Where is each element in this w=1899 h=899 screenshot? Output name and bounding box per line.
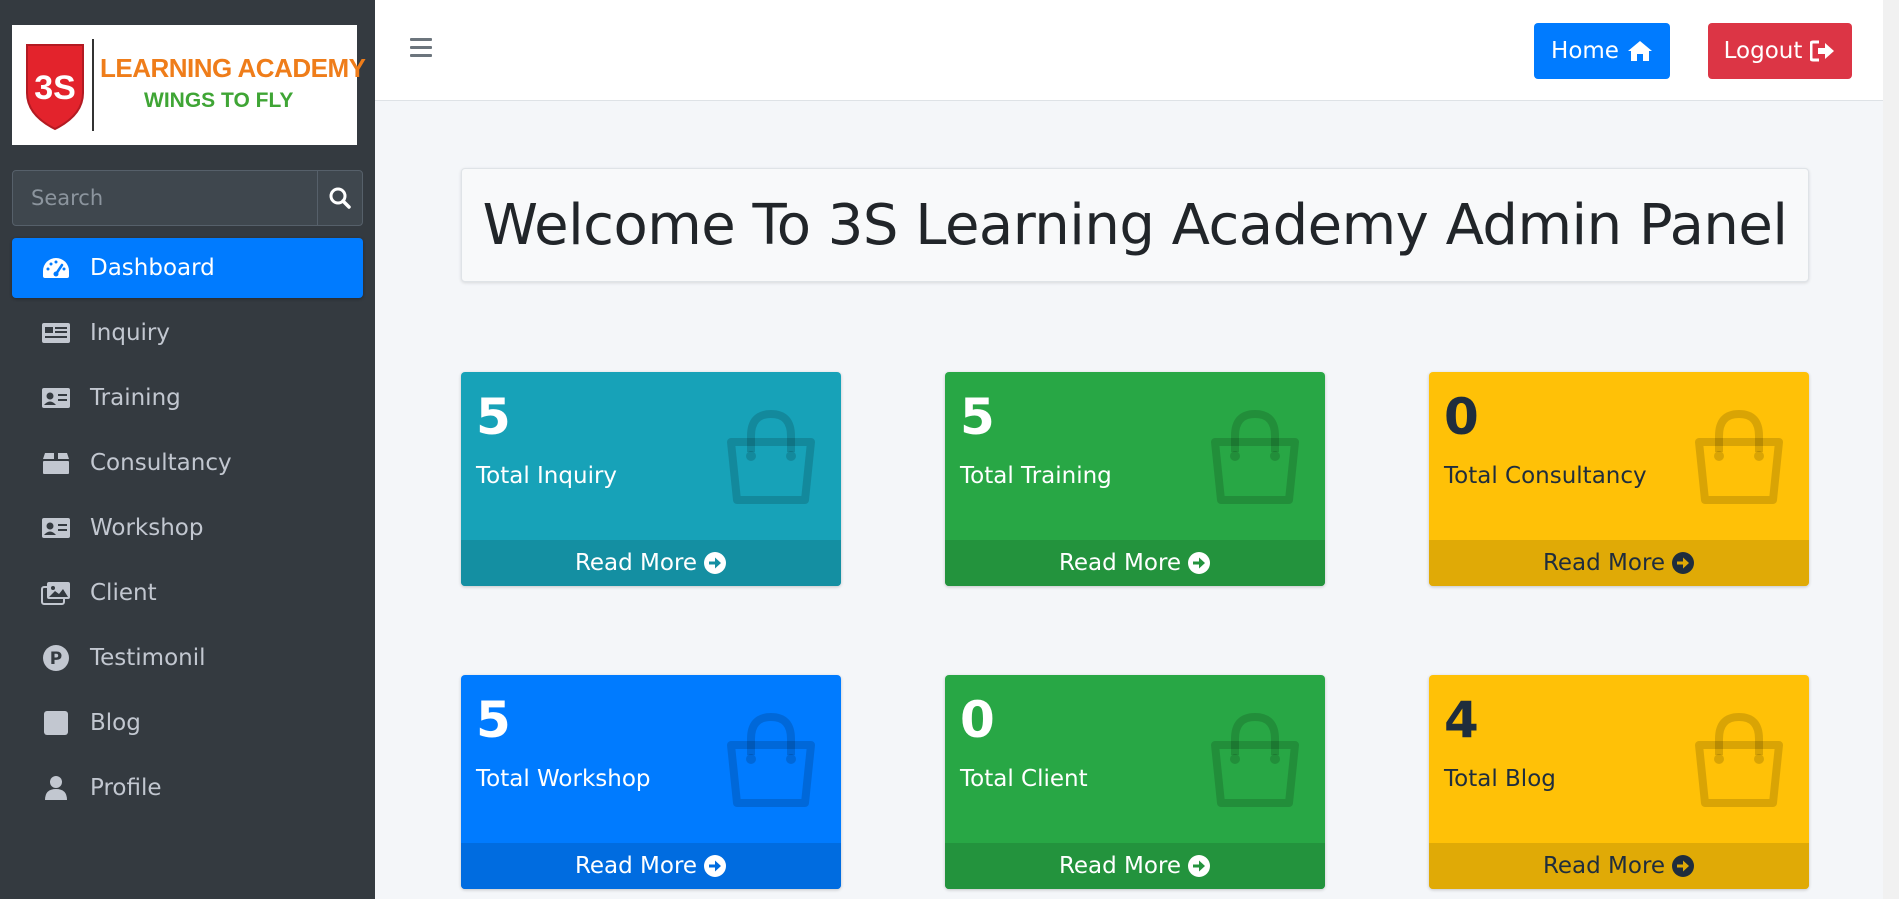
sidebar-item-label: Dashboard — [90, 255, 215, 281]
shopping-bag-icon — [1695, 409, 1783, 504]
logout-button[interactable]: Logout — [1708, 23, 1852, 79]
sidebar: 3S LEARNING ACADEMY WINGS TO FLY Dashboa… — [0, 0, 375, 899]
sidebar-item-label: Blog — [90, 710, 141, 736]
sidebar-nav: Dashboard Inquiry Training Consultancy W… — [12, 238, 363, 823]
stat-box-consultancy: 0 Total Consultancy Read More — [1429, 372, 1809, 586]
arrow-circle-right-icon — [704, 855, 727, 877]
search-icon — [329, 187, 351, 209]
svg-text:P: P — [50, 649, 62, 669]
read-more-label: Read More — [1542, 550, 1666, 576]
home-button-label: Home — [1551, 38, 1619, 64]
images-icon — [40, 579, 72, 607]
sidebar-item-label: Consultancy — [90, 450, 232, 476]
stat-box-client: 0 Total Client Read More — [945, 675, 1325, 889]
sidebar-item-dashboard[interactable]: Dashboard — [12, 238, 363, 298]
sidebar-item-client[interactable]: Client — [12, 563, 363, 623]
shopping-bag-icon — [727, 712, 815, 807]
read-more-link[interactable]: Read More — [461, 540, 841, 586]
sidebar-item-testimonil[interactable]: P Testimonil — [12, 628, 363, 688]
stat-box-inquiry: 5 Total Inquiry Read More — [461, 372, 841, 586]
search-button[interactable] — [317, 171, 362, 225]
home-icon — [1627, 41, 1652, 61]
read-more-label: Read More — [1058, 550, 1182, 576]
user-icon — [40, 774, 72, 802]
shield-logo-icon: 3S — [26, 44, 84, 131]
read-more-label: Read More — [1058, 853, 1182, 879]
sidebar-item-blog[interactable]: Blog — [12, 693, 363, 753]
brand-name: LEARNING ACADEMY — [100, 53, 366, 83]
sidebar-search — [12, 170, 363, 226]
sidebar-item-workshop[interactable]: Workshop — [12, 498, 363, 558]
page-title: Welcome To 3S Learning Academy Admin Pan… — [482, 192, 1788, 258]
sidebar-item-profile[interactable]: Profile — [12, 758, 363, 818]
sidebar-item-label: Inquiry — [90, 320, 170, 346]
read-more-link[interactable]: Read More — [461, 843, 841, 889]
read-more-label: Read More — [574, 550, 698, 576]
id-card-icon — [40, 514, 72, 542]
tachometer-icon — [40, 254, 72, 282]
arrow-circle-right-icon — [1188, 855, 1211, 877]
scrollbar[interactable] — [1883, 0, 1899, 899]
home-button[interactable]: Home — [1534, 23, 1670, 79]
sidebar-item-inquiry[interactable]: Inquiry — [12, 303, 363, 363]
shopping-bag-icon — [1211, 409, 1299, 504]
sidebar-item-training[interactable]: Training — [12, 368, 363, 428]
welcome-banner: Welcome To 3S Learning Academy Admin Pan… — [461, 168, 1809, 282]
shopping-bag-icon — [1695, 712, 1783, 807]
sidebar-item-label: Profile — [90, 775, 162, 801]
square-icon — [40, 709, 72, 737]
read-more-label: Read More — [574, 853, 698, 879]
logout-button-label: Logout — [1723, 38, 1803, 64]
sidebar-item-label: Testimonil — [90, 645, 206, 671]
read-more-link[interactable]: Read More — [1429, 540, 1809, 586]
read-more-link[interactable]: Read More — [945, 540, 1325, 586]
read-more-link[interactable]: Read More — [1429, 843, 1809, 889]
search-input[interactable] — [13, 171, 317, 225]
parking-circle-icon: P — [40, 644, 72, 672]
arrow-circle-right-icon — [1188, 552, 1211, 574]
brand-tagline: WINGS TO FLY — [144, 89, 294, 112]
shopping-bag-icon — [1211, 712, 1299, 807]
read-more-label: Read More — [1542, 853, 1666, 879]
menu-toggle-icon[interactable] — [410, 38, 432, 58]
brand-divider — [92, 39, 94, 131]
stat-box-blog: 4 Total Blog Read More — [1429, 675, 1809, 889]
brand-logo[interactable]: 3S LEARNING ACADEMY WINGS TO FLY — [12, 25, 366, 145]
sidebar-item-label: Workshop — [90, 515, 204, 541]
read-more-link[interactable]: Read More — [945, 843, 1325, 889]
stat-box-workshop: 5 Total Workshop Read More — [461, 675, 841, 889]
sign-out-icon — [1810, 40, 1835, 62]
top-navbar: Home Logout — [375, 0, 1899, 101]
sidebar-item-label: Client — [90, 580, 157, 606]
box-icon — [40, 449, 72, 477]
sidebar-item-label: Training — [90, 385, 181, 411]
stat-box-training: 5 Total Training Read More — [945, 372, 1325, 586]
arrow-circle-right-icon — [704, 552, 727, 574]
shopping-bag-icon — [727, 409, 815, 504]
arrow-circle-right-icon — [1672, 855, 1695, 877]
id-card-icon — [40, 384, 72, 412]
logo-text: 3S — [34, 69, 76, 107]
newspaper-icon — [40, 319, 72, 347]
sidebar-item-consultancy[interactable]: Consultancy — [12, 433, 363, 493]
arrow-circle-right-icon — [1672, 552, 1695, 574]
